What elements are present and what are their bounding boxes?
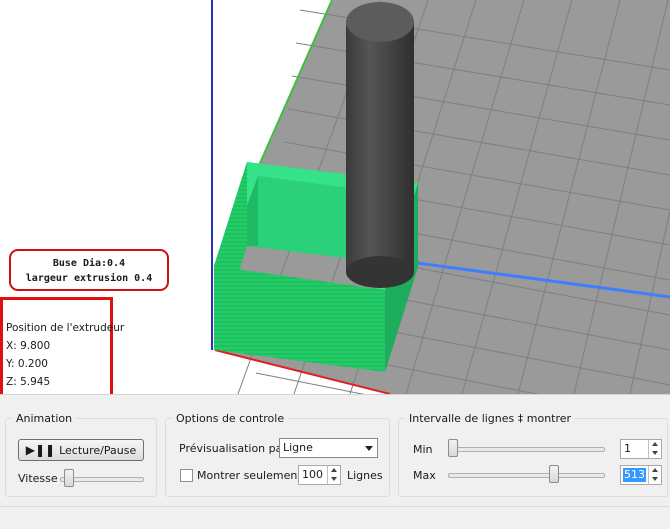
animation-legend: Animation: [16, 412, 73, 425]
max-line-value: 513: [623, 468, 646, 482]
show-only-count-spinbox[interactable]: 100: [298, 465, 341, 485]
spin-up-icon[interactable]: [649, 440, 661, 449]
speed-slider-thumb[interactable]: [64, 469, 74, 487]
show-only-checkbox[interactable]: [180, 469, 193, 482]
min-slider-track: [448, 447, 605, 452]
max-label: Max: [413, 469, 436, 482]
show-only-count-value: 100: [302, 468, 323, 481]
line-range-legend: Intervalle de lignes ‡ montrer: [409, 412, 572, 425]
nozzle-diameter-text: Buse Dia:0.4: [52, 258, 126, 269]
preview-mode-select[interactable]: Ligne: [279, 438, 378, 458]
chevron-down-icon: [365, 446, 373, 451]
nozzle-info-box: Buse Dia:0.4 largeur extrusion 0.4: [9, 249, 169, 291]
status-bar: [0, 506, 670, 529]
max-line-slider[interactable]: [448, 464, 605, 484]
speed-label: Vitesse: [18, 472, 58, 485]
preview-by-label: Prévisualisation par: [179, 442, 287, 455]
control-options-legend: Options de controle: [176, 412, 285, 425]
nozzle-cylinder: [346, 2, 414, 288]
max-line-spinbox[interactable]: 513: [620, 465, 662, 485]
spin-down-icon[interactable]: [649, 449, 661, 458]
extrusion-width-text: largeur extrusion 0.4: [25, 273, 153, 284]
extruder-z: Z: 5.945: [6, 376, 51, 388]
max-slider-track: [448, 473, 605, 478]
show-only-label: Montrer seulement: [197, 469, 302, 482]
min-label: Min: [413, 443, 433, 456]
extruder-y: Y: 0.200: [6, 358, 48, 370]
min-line-spinbox[interactable]: 1: [620, 439, 662, 459]
play-pause-label: Lecture/Pause: [59, 443, 137, 457]
lines-label: Lignes: [347, 469, 383, 482]
extruder-position-title: Position de l'extrudeur: [6, 322, 125, 334]
min-slider-thumb[interactable]: [448, 439, 458, 457]
preview-mode-value: Ligne: [283, 441, 313, 454]
extruder-position-box: Position de l'extrudeur X: 9.800 Y: 0.20…: [0, 297, 125, 394]
min-line-slider[interactable]: [448, 438, 605, 458]
spin-up-icon[interactable]: [328, 466, 340, 475]
spin-down-icon[interactable]: [328, 475, 340, 484]
play-pause-button[interactable]: ▶❚❚ Lecture/Pause: [18, 439, 144, 461]
extruder-x: X: 9.800: [6, 340, 51, 352]
speed-slider[interactable]: [60, 468, 144, 488]
spin-down-icon[interactable]: [649, 475, 661, 484]
min-line-value: 1: [624, 442, 631, 455]
spin-up-icon[interactable]: [649, 466, 661, 475]
3d-preview-viewport[interactable]: Buse Dia:0.4 largeur extrusion 0.4 Posit…: [0, 0, 670, 394]
max-slider-thumb[interactable]: [549, 465, 559, 483]
play-pause-icon: ▶❚❚: [25, 443, 56, 457]
